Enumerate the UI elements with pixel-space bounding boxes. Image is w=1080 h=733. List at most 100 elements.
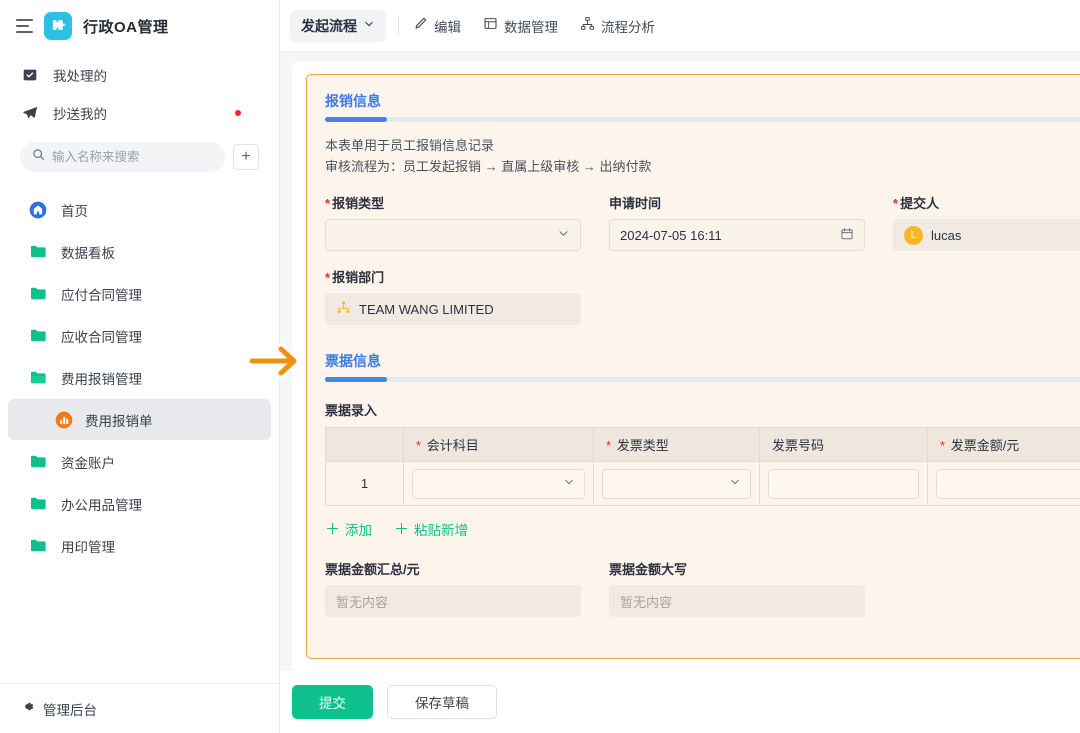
- save-draft-button[interactable]: 保存草稿: [387, 685, 497, 719]
- topbar: 发起流程 编辑 数据管理: [280, 0, 1080, 52]
- app-logo-icon: [44, 12, 72, 40]
- table-row: 1: [326, 462, 1080, 506]
- table-header-account-subject: * 会计科目: [404, 428, 594, 462]
- invoice-number-input[interactable]: [768, 469, 919, 499]
- row-index-cell: 1: [326, 462, 404, 506]
- submitter-value-chip[interactable]: L lucas: [893, 219, 1080, 251]
- tab-data-management-label: 数据管理: [504, 16, 558, 36]
- field-amount-total: 票据金额汇总/元 暂无内容: [325, 559, 581, 617]
- form-description-line-2: 审核流程为：员工发起报销 → 直属上级审核 → 出纳付款: [325, 156, 1080, 177]
- sidebar-item-label: 首页: [61, 200, 88, 220]
- table-header-invoice-type: * 发票类型: [594, 428, 760, 462]
- sidebar-item-label: 用印管理: [61, 536, 115, 556]
- department-value-chip[interactable]: TEAM WANG LIMITED: [325, 293, 581, 325]
- pencil-icon: [413, 16, 428, 36]
- table-header-label: 发票号码: [772, 438, 824, 453]
- sidebar-item-label: 我处理的: [53, 65, 107, 85]
- sidebar-item-dashboard[interactable]: 数据看板: [8, 231, 271, 272]
- sidebar-item-home[interactable]: 首页: [8, 189, 271, 230]
- table-header-index: [326, 428, 404, 462]
- app-root: 行政OA管理 我处理的 抄送我的: [0, 0, 1080, 733]
- paste-add-label: 粘贴新增: [414, 519, 468, 539]
- sidebar-item-label: 抄送我的: [53, 103, 107, 123]
- start-flow-label: 发起流程: [301, 16, 357, 36]
- sidebar-nav: 首页 数据看板 应付合同管理 应收合同管理: [0, 184, 279, 683]
- sidebar-item-label: 办公用品管理: [61, 494, 142, 514]
- reimbursement-form-panel: 报销信息 本表单用于员工报销信息记录 审核流程为：员工发起报销 → 直属上级审核…: [306, 74, 1080, 659]
- invoice-type-select[interactable]: [602, 469, 751, 499]
- search-box[interactable]: [20, 142, 225, 172]
- invoice-amount-input[interactable]: [936, 469, 1080, 499]
- search-input[interactable]: [52, 150, 213, 164]
- sidebar-item-my-tasks[interactable]: 我处理的: [0, 56, 279, 94]
- sidebar-item-office-supplies[interactable]: 办公用品管理: [8, 483, 271, 524]
- field-label: 申请时间: [609, 193, 865, 212]
- field-label: 票据金额大写: [609, 559, 865, 578]
- form-row-totals: 票据金额汇总/元 暂无内容 票据金额大写 暂无内容: [325, 559, 1080, 617]
- paste-add-button[interactable]: ＋ 粘贴新增: [394, 519, 468, 539]
- sidebar-item-payable-contracts[interactable]: 应付合同管理: [8, 273, 271, 314]
- chevron-down-icon: [729, 476, 741, 491]
- form-row-2: * 报销部门 TEAM WANG LIMITED: [325, 267, 1080, 325]
- tab-flow-analysis[interactable]: 流程分析: [580, 16, 655, 36]
- amount-total-placeholder: 暂无内容: [336, 592, 570, 611]
- required-marker: *: [325, 271, 330, 284]
- submitter-name: lucas: [931, 228, 1080, 243]
- required-marker: *: [940, 438, 945, 453]
- field-label-text: 票据金额大写: [609, 559, 687, 578]
- org-node-icon: [336, 300, 351, 318]
- required-marker: *: [416, 438, 421, 453]
- cell-invoice-number: [760, 462, 928, 506]
- field-label: 票据金额汇总/元: [325, 559, 581, 578]
- plus-icon: ＋: [394, 522, 409, 537]
- sidebar-item-receivable-contracts[interactable]: 应收合同管理: [8, 315, 271, 356]
- table-actions: ＋ 添加 ＋ 粘贴新增: [325, 519, 1080, 539]
- tab-edit-label: 编辑: [434, 16, 461, 36]
- table-header-label: 会计科目: [427, 438, 479, 453]
- apply-time-input[interactable]: 2024-07-05 16:11: [609, 219, 865, 251]
- cell-account-subject: [404, 462, 594, 506]
- toolbar-divider: [398, 16, 399, 36]
- sidebar-search-row: +: [0, 132, 279, 184]
- department-name: TEAM WANG LIMITED: [359, 302, 570, 317]
- invoice-table-body: 1: [326, 462, 1080, 506]
- sidebar-item-seal-management[interactable]: 用印管理: [8, 525, 271, 566]
- section-rule: [325, 117, 1080, 122]
- home-icon: [28, 200, 48, 220]
- chart-badge-icon: [54, 410, 74, 430]
- sidebar-admin-console-link[interactable]: 管理后台: [0, 683, 279, 733]
- gear-icon: [20, 699, 35, 719]
- sidebar-item-fund-account[interactable]: 资金账户: [8, 441, 271, 482]
- tab-data-management[interactable]: 数据管理: [483, 16, 558, 36]
- sidebar-item-label: 应收合同管理: [61, 326, 142, 346]
- cell-invoice-amount: [928, 462, 1080, 506]
- add-row-button[interactable]: ＋ 添加: [325, 519, 372, 539]
- submit-button[interactable]: 提交: [292, 685, 373, 719]
- sidebar-item-label: 费用报销单: [85, 410, 153, 430]
- folder-icon: [28, 326, 48, 346]
- form-card: 报销信息 本表单用于员工报销信息记录 审核流程为：员工发起报销 → 直属上级审核…: [292, 62, 1080, 671]
- hamburger-menu-icon[interactable]: [16, 19, 33, 33]
- sidebar-item-expense-management[interactable]: 费用报销管理: [8, 357, 271, 398]
- avatar: L: [904, 226, 923, 245]
- sidebar-item-expense-form[interactable]: 费用报销单: [8, 399, 271, 440]
- start-flow-button[interactable]: 发起流程: [290, 10, 386, 42]
- add-button[interactable]: +: [233, 144, 259, 170]
- chevron-down-icon: [557, 227, 570, 243]
- tab-edit[interactable]: 编辑: [413, 16, 461, 36]
- form-row-1: * 报销类型 申请时间: [325, 193, 1080, 251]
- field-label: * 报销类型: [325, 193, 581, 212]
- annotation-arrow-icon: [248, 340, 310, 387]
- form-description-line-1: 本表单用于员工报销信息记录: [325, 135, 1080, 156]
- section-two-wrap: 票据信息: [325, 351, 1080, 382]
- sidebar-item-label: 资金账户: [61, 452, 115, 472]
- field-label-text: 申请时间: [609, 193, 661, 212]
- sidebar-header: 行政OA管理: [0, 0, 279, 52]
- sidebar-admin-console-label: 管理后台: [43, 699, 97, 719]
- table-icon: [483, 16, 498, 36]
- table-header-label: 发票类型: [617, 438, 669, 453]
- sidebar-item-cc-to-me[interactable]: 抄送我的: [0, 94, 279, 132]
- invoice-table-wrapper: * 会计科目 * 发票类型 发票号码: [325, 427, 1080, 506]
- account-subject-select[interactable]: [412, 469, 585, 499]
- expense-type-select[interactable]: [325, 219, 581, 251]
